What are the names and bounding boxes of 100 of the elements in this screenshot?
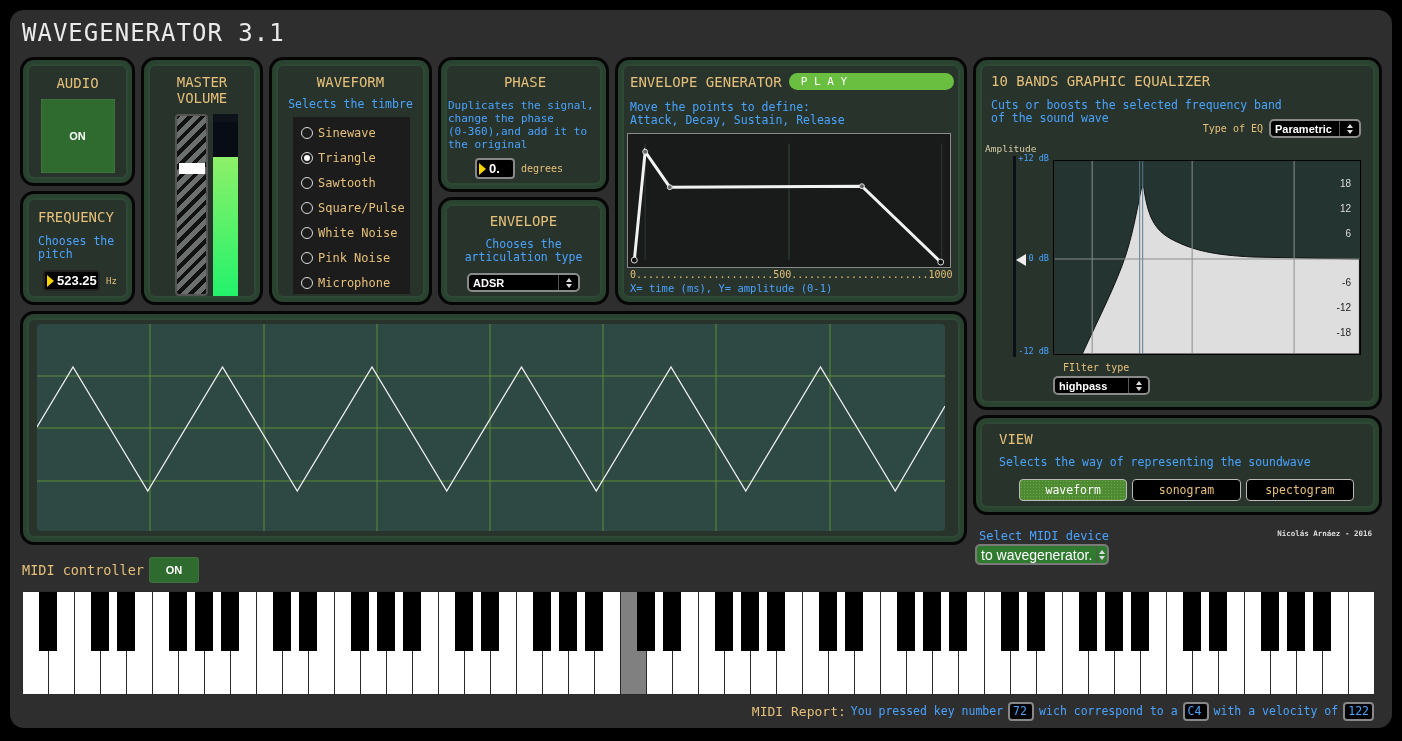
piano-key[interactable] <box>933 592 958 694</box>
piano-key[interactable] <box>673 592 698 694</box>
report-value: 72 <box>1008 701 1035 721</box>
piano-key[interactable] <box>101 592 126 694</box>
piano-key[interactable] <box>49 592 74 694</box>
panel-title: ENVELOPE <box>489 213 558 229</box>
piano-key[interactable] <box>361 592 386 694</box>
control-point[interactable] <box>858 183 865 190</box>
piano-key[interactable] <box>517 592 542 694</box>
midi-report-label: MIDI Report: <box>751 703 846 719</box>
updown-arrows-icon <box>1345 122 1354 135</box>
piano-key[interactable] <box>725 592 750 694</box>
midi-toggle-button[interactable]: ON <box>148 557 199 583</box>
view-button[interactable]: waveform <box>1019 479 1128 501</box>
panel-title: VIEW <box>999 431 1034 447</box>
filter-type-label: FIlter type <box>1063 362 1131 373</box>
piano-key[interactable] <box>1167 592 1192 694</box>
piano-key[interactable] <box>1063 592 1088 694</box>
piano-key[interactable] <box>1245 592 1270 694</box>
piano-key[interactable] <box>439 592 464 694</box>
control-point[interactable] <box>642 148 649 155</box>
radio-option[interactable]: White Noise <box>293 220 410 245</box>
view-button[interactable]: spectogram <box>1245 479 1354 501</box>
time-axis-label: 0.......................500.......................1000 <box>630 269 954 280</box>
piano-key[interactable] <box>803 592 828 694</box>
eq-type-label: Type of EQ <box>1202 123 1263 134</box>
piano-key[interactable] <box>205 592 230 694</box>
piano-key[interactable] <box>257 592 282 694</box>
panel-title: WAVEFORM <box>315 74 386 90</box>
panel-description: Selects the way of representing the soundwave <box>999 456 1312 469</box>
panel-title: ENVELOPE GENERATOR <box>630 73 782 90</box>
piano-key[interactable] <box>543 592 568 694</box>
report-text: You pressed key number <box>850 704 1004 718</box>
piano-key[interactable] <box>881 592 906 694</box>
piano-key[interactable] <box>959 592 984 694</box>
midi-device-dropdown[interactable]: to wavegenerator. <box>975 544 1109 565</box>
axis-caption: X= time (ms), Y= amplitude (0-1) <box>630 282 834 295</box>
audio-toggle-button[interactable]: ON <box>40 99 115 173</box>
report-text: wich correspond to a <box>1039 704 1178 718</box>
view-button[interactable]: sonogram <box>1132 479 1241 501</box>
radio-option[interactable]: Microphone <box>293 270 410 295</box>
radio-option[interactable]: Triangle <box>293 145 410 170</box>
piano-key[interactable] <box>777 592 802 694</box>
piano-key[interactable] <box>829 592 854 694</box>
piano-key[interactable] <box>153 592 178 694</box>
triangle-icon <box>479 162 486 175</box>
piano-key[interactable] <box>231 592 256 694</box>
piano-key[interactable] <box>855 592 880 694</box>
tick-label: -6 <box>1342 277 1351 288</box>
piano-key[interactable] <box>699 592 724 694</box>
control-point[interactable] <box>630 256 638 264</box>
piano-key[interactable] <box>647 592 672 694</box>
tick-label: 6 <box>1345 228 1351 239</box>
phase-field[interactable]: 0. <box>475 158 515 179</box>
piano-key[interactable] <box>569 592 594 694</box>
piano-key[interactable] <box>387 592 412 694</box>
articulation-dropdown[interactable]: ADSR <box>467 273 580 292</box>
piano-key[interactable] <box>1037 592 1062 694</box>
piano-key[interactable] <box>1271 592 1296 694</box>
piano-key[interactable] <box>595 592 620 694</box>
piano-key[interactable] <box>491 592 516 694</box>
piano-key[interactable] <box>907 592 932 694</box>
amplitude-label: Amplitude <box>985 143 1038 154</box>
piano-key[interactable] <box>1193 592 1218 694</box>
piano-key[interactable] <box>465 592 490 694</box>
piano-key[interactable] <box>985 592 1010 694</box>
radio-option[interactable]: Square/Pulse <box>293 195 410 220</box>
slider-thumb[interactable] <box>178 162 205 174</box>
eq-type-dropdown[interactable]: Parametric <box>1269 119 1361 138</box>
piano-key[interactable] <box>1323 592 1348 694</box>
piano-key[interactable] <box>1011 592 1036 694</box>
piano-key[interactable] <box>179 592 204 694</box>
piano-key[interactable] <box>23 592 48 694</box>
frequency-field[interactable]: 523.25 <box>43 270 100 291</box>
piano-key[interactable] <box>75 592 100 694</box>
volume-slider[interactable] <box>174 114 208 296</box>
radio-option[interactable]: Sinewave <box>293 120 410 145</box>
radio-option[interactable]: Pink Noise <box>293 245 410 270</box>
tick-label: -12 <box>1336 302 1351 313</box>
filter-type-dropdown[interactable]: highpass <box>1053 376 1150 395</box>
control-point[interactable] <box>666 184 673 191</box>
piano-key[interactable] <box>127 592 152 694</box>
piano-key[interactable] <box>1141 592 1166 694</box>
tick-label: +12 dB <box>1018 153 1049 163</box>
midi-device-label: Select MIDI device <box>979 530 1110 543</box>
piano-key[interactable] <box>1297 592 1322 694</box>
control-point[interactable] <box>937 258 945 266</box>
piano-key[interactable] <box>751 592 776 694</box>
piano-key[interactable] <box>1115 592 1140 694</box>
piano-key[interactable] <box>335 592 360 694</box>
piano-key[interactable] <box>413 592 438 694</box>
tick-label: 0 dB <box>1028 253 1049 263</box>
radio-option[interactable]: Sawtooth <box>293 170 410 195</box>
piano-key[interactable] <box>283 592 308 694</box>
updown-arrows-icon <box>1134 379 1143 392</box>
piano-key[interactable] <box>309 592 334 694</box>
piano-key[interactable] <box>1219 592 1244 694</box>
piano-key[interactable] <box>1089 592 1114 694</box>
pointer-icon <box>1016 254 1026 266</box>
tick-label: -18 <box>1336 327 1351 338</box>
